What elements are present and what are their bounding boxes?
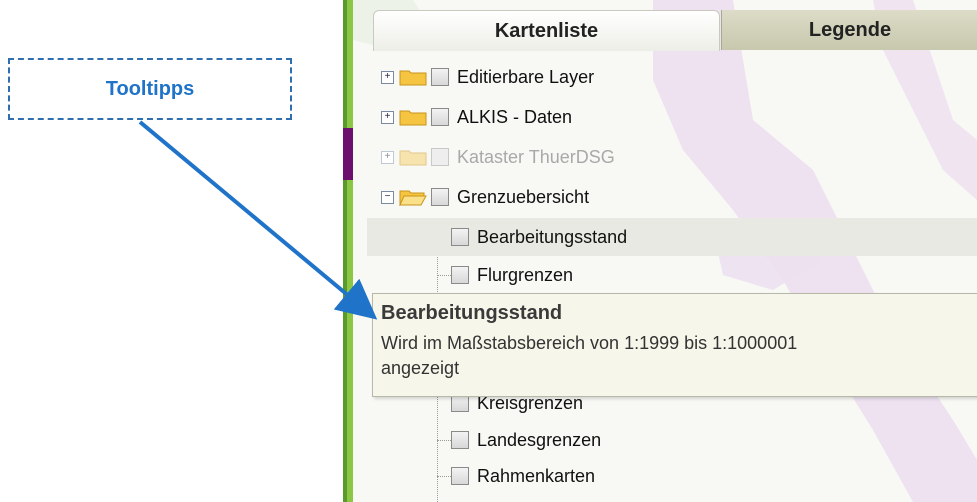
layer-checkbox[interactable] (431, 68, 449, 86)
expand-icon[interactable]: + (381, 70, 394, 84)
tree-item-bearbeitungsstand[interactable]: Bearbeitungsstand (367, 218, 977, 256)
collapse-icon[interactable]: − (381, 190, 394, 204)
layer-checkbox[interactable] (451, 431, 469, 449)
tree-item-alkis-daten[interactable]: + ALKIS - Daten (381, 98, 572, 136)
callout-label: Tooltipps (105, 77, 195, 100)
tree-item-landesgrenzen[interactable]: Landesgrenzen (451, 421, 601, 459)
layer-tooltip: Bearbeitungsstand Wird im Maßstabsbereic… (372, 293, 977, 397)
folder-open-icon (399, 190, 427, 206)
layer-checkbox[interactable] (451, 228, 469, 246)
tooltip-title: Bearbeitungsstand (381, 302, 563, 324)
tree-item-rahmenkarten[interactable]: Rahmenkarten (451, 457, 595, 495)
tree-connector (437, 440, 451, 441)
layer-checkbox[interactable] (451, 467, 469, 485)
tab-kartenliste-label: Kartenliste (494, 19, 599, 42)
tab-legende-label: Legende (808, 18, 892, 41)
layer-checkbox[interactable] (451, 266, 469, 284)
tree-item-flurgrenzen[interactable]: Flurgrenzen (451, 256, 573, 294)
panel-tabs: Kartenliste Legende (353, 10, 977, 51)
tree-item-label: Editierbare Layer (457, 66, 595, 87)
tree-item-label: Kataster ThuerDSG (457, 146, 615, 167)
panel-left-border (343, 0, 353, 502)
tree-item-label: Flurgrenzen (477, 264, 574, 285)
layer-checkbox[interactable] (431, 148, 449, 166)
tooltipps-callout-box: Tooltipps (8, 58, 292, 120)
tree-item-label: ALKIS - Daten (457, 106, 573, 127)
folder-closed-icon (399, 150, 427, 166)
tooltip-body-line2: angezeigt (381, 358, 460, 378)
expand-icon[interactable]: + (381, 150, 394, 164)
tree-item-label: Bearbeitungsstand (477, 226, 628, 247)
folder-closed-icon (399, 70, 427, 86)
tree-connector (437, 275, 451, 276)
expand-icon[interactable]: + (381, 110, 394, 124)
tree-item-kataster-thuerdsg[interactable]: + Kataster ThuerDSG (381, 138, 615, 176)
map-edge-marker (343, 128, 353, 180)
tree-item-label: Landesgrenzen (477, 429, 602, 450)
layer-checkbox[interactable] (431, 188, 449, 206)
tab-kartenliste[interactable]: Kartenliste (373, 10, 720, 51)
map-layer-panel: Kartenliste Legende + Editierbare Layer … (343, 0, 977, 502)
tree-connector (437, 476, 451, 477)
tree-item-label: Grenzuebersicht (457, 186, 590, 207)
tab-legende[interactable]: Legende (721, 10, 977, 50)
tree-item-editierbare-layer[interactable]: + Editierbare Layer (381, 58, 594, 96)
tree-item-grenzuebersicht[interactable]: − Grenzuebersicht (381, 178, 589, 216)
tree-item-label: Rahmenkarten (477, 465, 596, 486)
layer-checkbox[interactable] (431, 108, 449, 126)
folder-closed-icon (399, 110, 427, 126)
tooltip-body-line1: Wird im Maßstabsbereich von 1:1999 bis 1… (381, 333, 798, 353)
